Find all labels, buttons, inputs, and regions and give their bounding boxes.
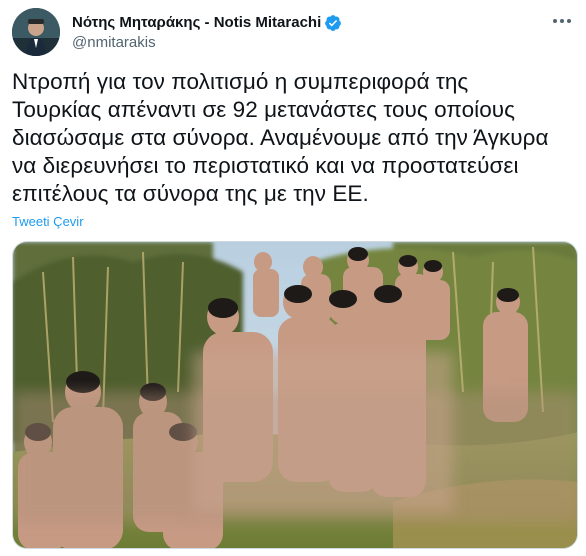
photo-image (13, 242, 577, 548)
author-handle[interactable]: @nmitarakis (72, 34, 342, 51)
avatar[interactable] (12, 8, 60, 56)
translate-tweet-link[interactable]: Tweeti Çevir (12, 214, 84, 229)
tweet-text-line: Τουρκίας απέναντι σε 92 μετανάστες τους … (12, 97, 516, 122)
tweet-text-line: διασώσαμε στα σύνορα. Αναμένουμε από την… (12, 125, 549, 150)
tweet-header: Νότης Μηταράκης - Notis Mitarachi @nmita… (12, 8, 574, 56)
name-row: Νότης Μηταράκης - Notis Mitarachi (72, 14, 342, 32)
tweet-text: Ντροπή για τον πολιτισμό η συμπεριφορά τ… (12, 68, 582, 208)
verified-badge-icon (325, 14, 342, 31)
tweet-photo[interactable] (12, 241, 578, 549)
tweet-card: Νότης Μηταράκης - Notis Mitarachi @nmita… (0, 0, 586, 556)
avatar-image (12, 8, 60, 56)
author-display-name[interactable]: Νότης Μηταράκης - Notis Mitarachi (72, 14, 321, 31)
tweet-text-line: Ντροπή για τον πολιτισμό η συμπεριφορά τ… (12, 69, 469, 94)
tweet-text-line: να διερευνήσει το περιστατικό και να προ… (12, 153, 519, 178)
author-names: Νότης Μηταράκης - Notis Mitarachi @nmita… (72, 14, 342, 51)
tweet-text-line: επιτέλους τα σύνορα της με την ΕΕ. (12, 181, 369, 206)
more-options-icon[interactable] (550, 14, 574, 28)
